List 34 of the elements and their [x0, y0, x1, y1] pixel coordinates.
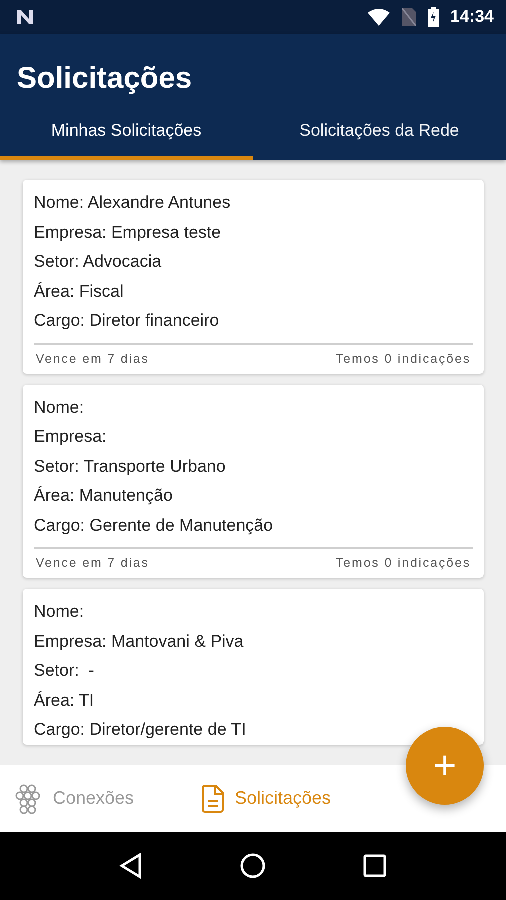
- battery-charging-icon: [428, 7, 439, 27]
- referrals-count: Temos 0 indicações: [336, 352, 471, 366]
- due-text: Vence em 7 dias: [36, 352, 150, 366]
- referrals-count: Temos 0 indicações: [336, 556, 471, 570]
- card-field: Setor: Advocacia: [34, 247, 473, 276]
- card-field: Empresa:: [34, 422, 473, 452]
- n-logo-icon: [16, 9, 34, 25]
- back-icon[interactable]: [118, 853, 143, 879]
- document-icon: [201, 784, 225, 814]
- recents-icon[interactable]: [363, 854, 388, 878]
- screen-title: Solicitações: [16, 61, 194, 97]
- card-field: Nome: Alexandre Antunes: [34, 188, 473, 218]
- card-field: Área: Manutenção: [34, 481, 473, 510]
- card-field: Nome:: [34, 597, 473, 626]
- tab[interactable]: Minhas Solicitações: [0, 114, 253, 160]
- card-field: Área: Fiscal: [34, 276, 473, 306]
- due-text: Vence em 7 dias: [36, 556, 150, 570]
- card-field: Setor: -: [34, 656, 473, 686]
- request-card[interactable]: Nome: Alexandre Antunes Empresa: Empresa teste Setor: Advocacia Área: Fiscal Cargo: Diretor financeiro Vence em 7 dias Temos 0 indicações: [23, 180, 484, 374]
- card-field: Cargo: Gerente de Manutenção: [34, 510, 473, 540]
- wifi-icon: [368, 8, 390, 26]
- home-icon[interactable]: [240, 853, 266, 879]
- request-card[interactable]: Nome: Empresa: Mantovani & Piva Setor: - Área: TI Cargo: Diretor/gerente de TI: [23, 589, 484, 744]
- hexagon-circles-icon: [13, 784, 43, 814]
- request-card[interactable]: Nome: Empresa: Setor: Transporte Urbano Área: Manutenção Cargo: Gerente de Manutenção Vence em 7 dias Temos 0 indicações: [23, 384, 484, 578]
- tab[interactable]: Solicitações da Rede: [253, 114, 506, 160]
- no-sim-icon: [402, 8, 416, 26]
- card-field: Nome:: [34, 392, 473, 422]
- card-field: Empresa: Empresa teste: [34, 218, 473, 247]
- card-field: Cargo: Diretor financeiro: [34, 306, 473, 336]
- card-field: Setor: Transporte Urbano: [34, 452, 473, 481]
- card-field: Empresa: Mantovani & Piva: [34, 626, 473, 656]
- status-time: 14:34: [450, 7, 494, 27]
- card-field: Área: TI: [34, 686, 473, 715]
